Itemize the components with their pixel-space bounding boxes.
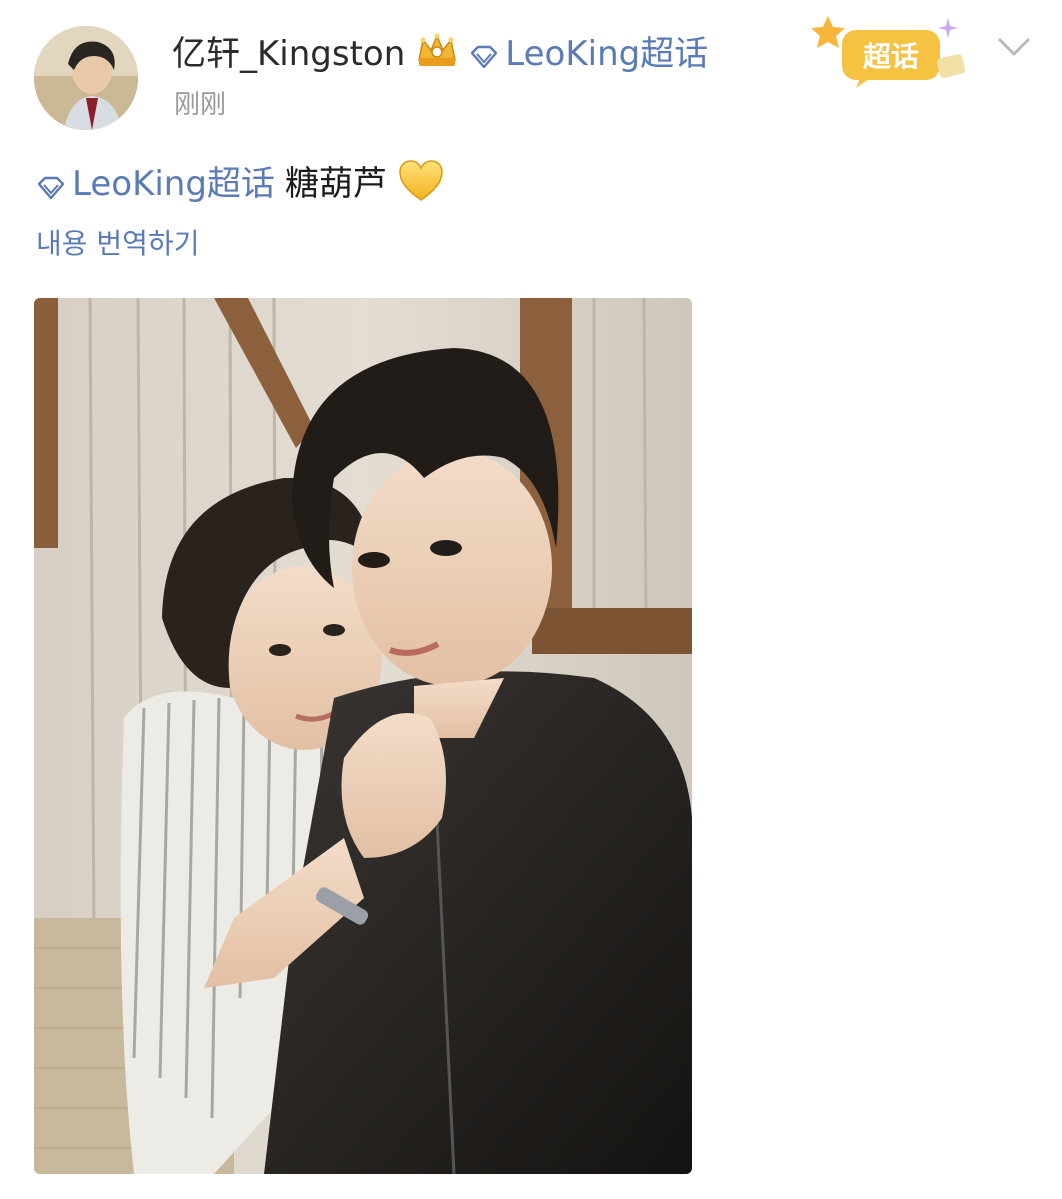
post-photo[interactable] (34, 298, 692, 1174)
author-avatar[interactable] (34, 26, 138, 130)
post-text: LeoKing超话 糖葫芦 (36, 156, 445, 205)
post-body-text: 糖葫芦 (284, 164, 387, 204)
yellow-heart-icon (397, 158, 445, 204)
author-name[interactable]: 亿轩_Kingston (172, 26, 405, 75)
supertopic-link[interactable]: LeoKing超话 (469, 26, 708, 75)
supertopic-badge-label: 超话 (863, 40, 919, 73)
post-topic-label: LeoKing超话 (72, 164, 275, 204)
supertopic-link-label: LeoKing超话 (505, 33, 709, 74)
post-topic-link[interactable]: LeoKing超话 (36, 156, 275, 205)
chevron-down-icon[interactable] (996, 34, 1032, 60)
post-timestamp: 刚刚 (174, 90, 227, 120)
diamond-icon (469, 38, 499, 69)
translate-link[interactable]: 내용 번역하기 (36, 222, 199, 262)
author-row: 亿轩_Kingston LeoKing超话 (172, 26, 708, 74)
crown-icon (415, 30, 459, 70)
diamond-icon (36, 169, 66, 199)
supertopic-badge[interactable]: 超话 (808, 12, 974, 90)
